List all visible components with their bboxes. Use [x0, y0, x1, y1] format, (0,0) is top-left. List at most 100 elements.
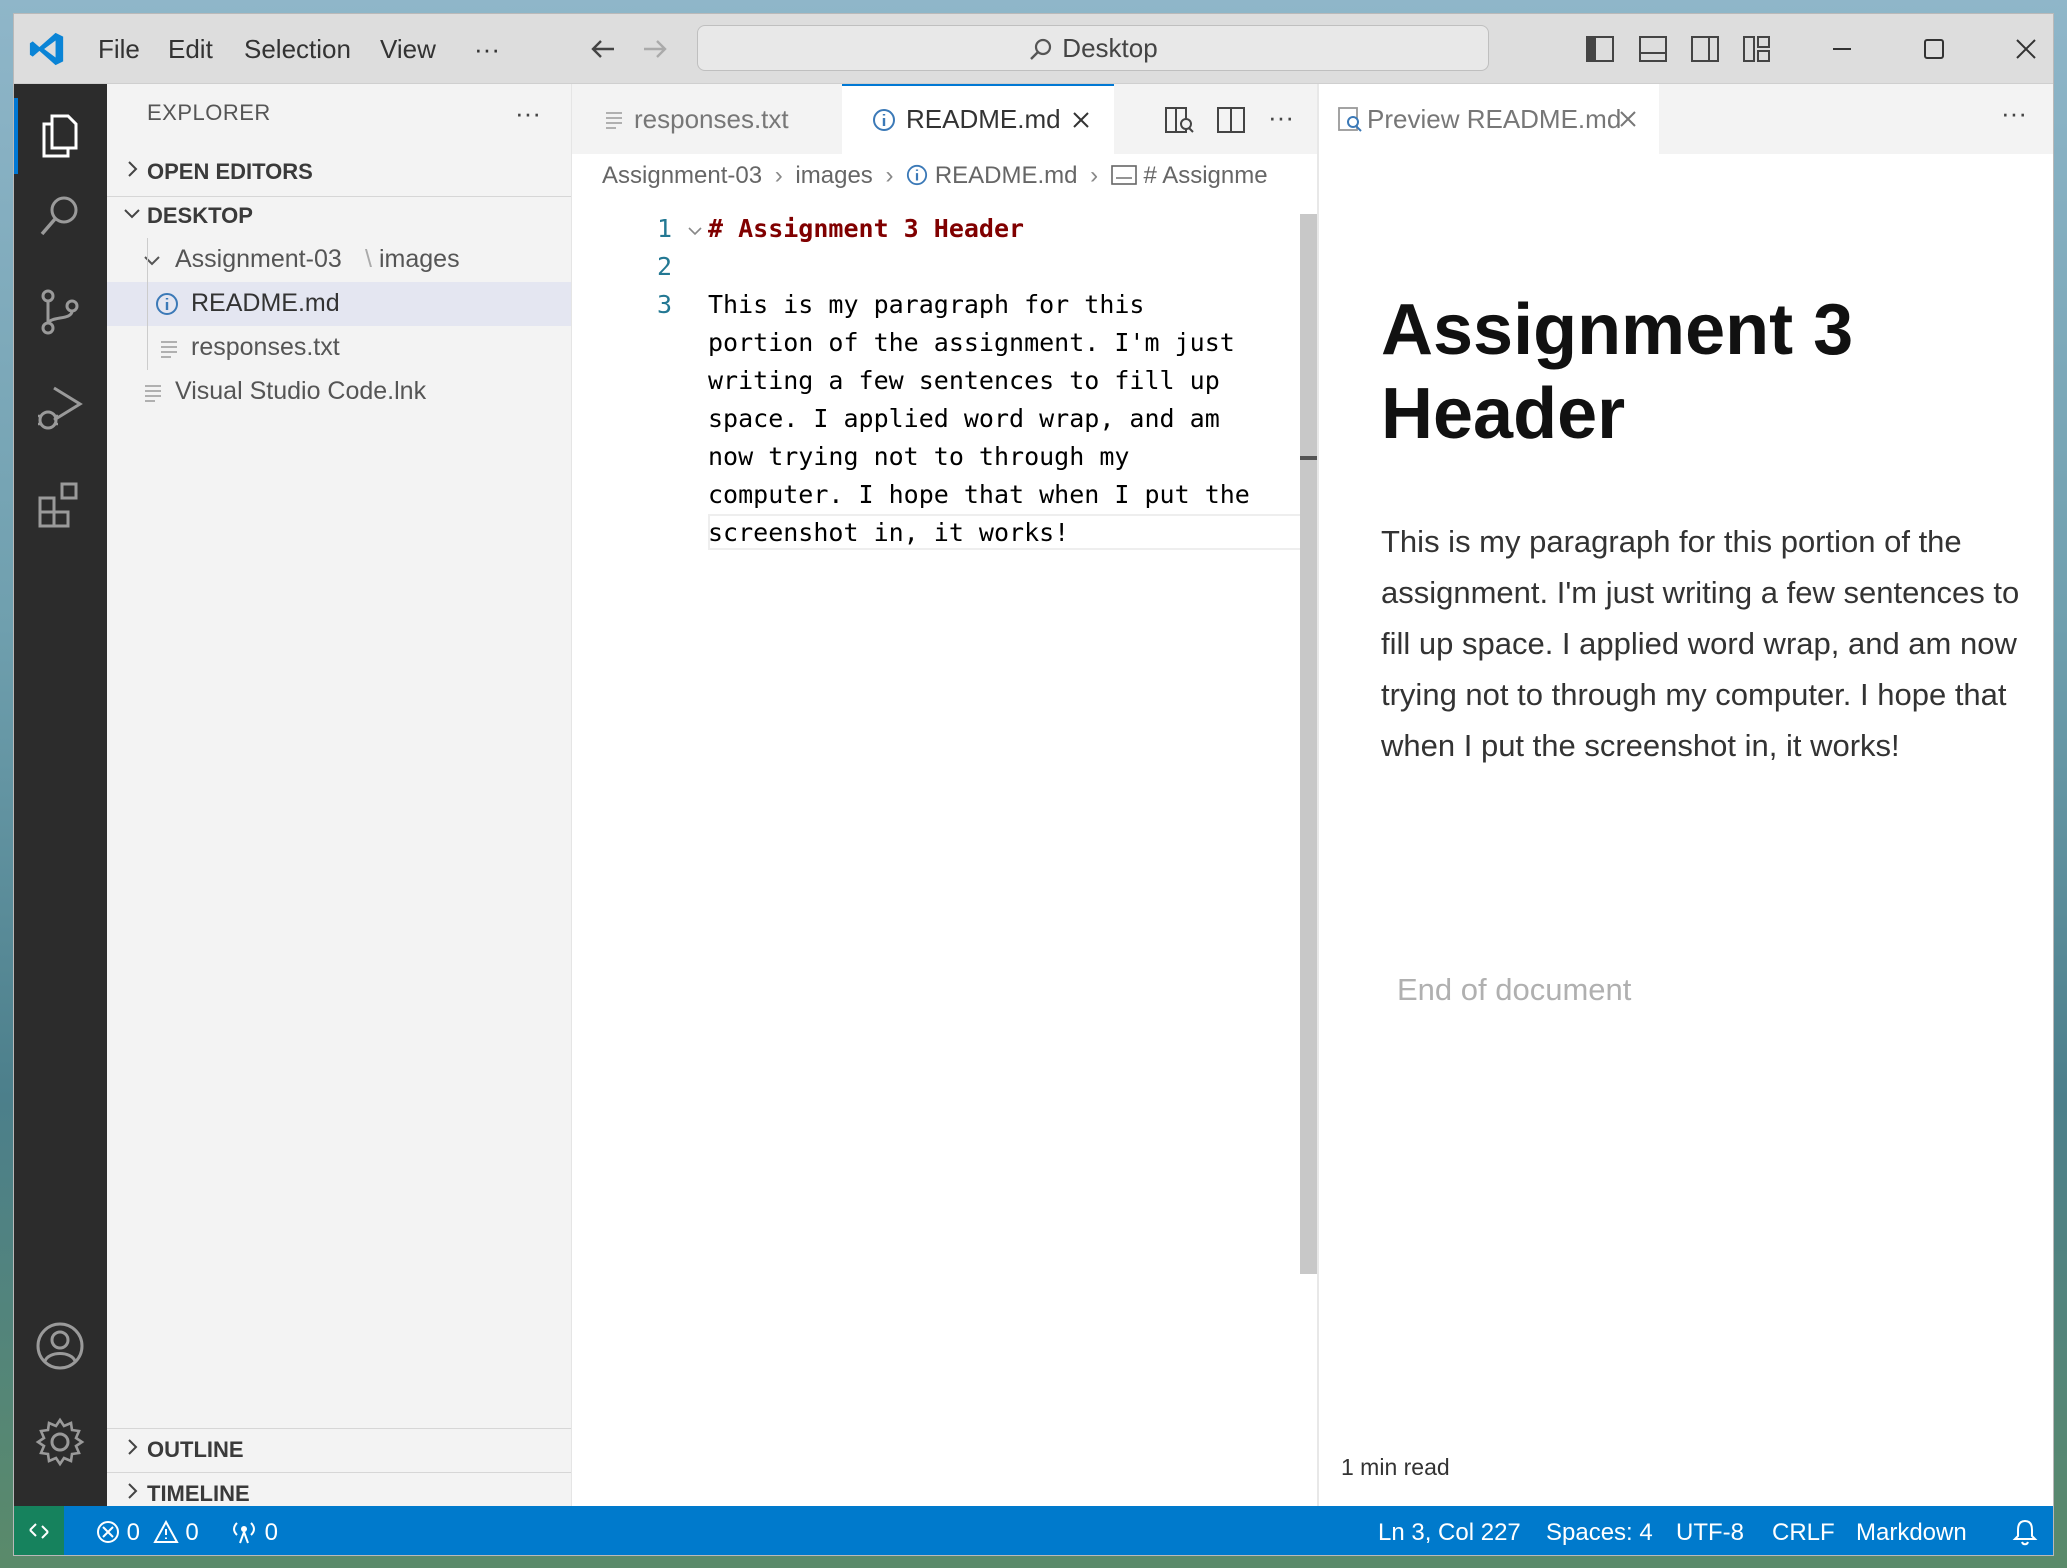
- account-icon[interactable]: [32, 1318, 88, 1374]
- breadcrumb-file[interactable]: README.md: [935, 162, 1078, 189]
- forward-arrow-icon[interactable]: [638, 32, 672, 66]
- code-paragraph-line: portion of the assignment. I'm just: [708, 328, 1235, 357]
- title-bar: File Edit Selection View ··· Desktop: [14, 14, 2053, 84]
- explorer-title: EXPLORER: [147, 100, 271, 125]
- fold-chevron-icon[interactable]: [686, 222, 704, 240]
- toggle-primary-sidebar-icon[interactable]: [1585, 35, 1615, 63]
- explorer-sidebar: EXPLORER ··· OPEN EDITORS DESKTOP Assign…: [107, 84, 572, 1506]
- remote-icon: [29, 1523, 49, 1539]
- editor-more-actions[interactable]: ···: [1268, 102, 1294, 133]
- maximize-icon[interactable]: [1917, 32, 1951, 66]
- command-center-search[interactable]: Desktop: [697, 25, 1489, 71]
- preview-tabs: Preview README.md ···: [1319, 84, 2053, 154]
- folder-path-separator: \: [365, 245, 372, 273]
- broadcast-icon: [233, 1522, 255, 1544]
- chevron-right-icon: [128, 1439, 138, 1455]
- warning-count: 0: [185, 1519, 199, 1546]
- vscode-lnk-file-label: Visual Studio Code.lnk: [175, 377, 427, 405]
- tab-responses[interactable]: responses.txt: [572, 84, 842, 154]
- editor-tabs: responses.txt README.md ···: [572, 84, 1317, 154]
- menu-more[interactable]: ···: [474, 14, 500, 84]
- timeline-label: TIMELINE: [147, 1481, 250, 1506]
- chevron-right-icon: [128, 1483, 138, 1499]
- close-window-icon[interactable]: [2009, 32, 2043, 66]
- ports-indicator[interactable]: 0: [230, 1519, 278, 1547]
- error-icon: [97, 1521, 119, 1543]
- line-number: 1: [656, 214, 672, 243]
- menu-selection[interactable]: Selection: [244, 14, 351, 84]
- code-paragraph-line: computer. I hope that when I put the: [708, 480, 1250, 509]
- source-control-icon[interactable]: [32, 284, 88, 340]
- code-paragraph-line: now trying not to through my: [708, 442, 1130, 471]
- breadcrumb-subfolder[interactable]: images: [795, 162, 872, 189]
- text-file-icon: [145, 385, 161, 402]
- ports-count: 0: [264, 1519, 279, 1546]
- outline-section[interactable]: OUTLINE: [107, 1430, 571, 1470]
- vscode-logo-icon: [29, 32, 64, 66]
- code-heading-line: # Assignment 3 Header: [708, 214, 1025, 243]
- line-number: 3: [656, 290, 672, 319]
- error-count: 0: [126, 1519, 141, 1546]
- minimize-icon[interactable]: [1825, 32, 1859, 66]
- settings-gear-icon[interactable]: [32, 1414, 88, 1470]
- toggle-panel-icon[interactable]: [1638, 35, 1668, 63]
- back-arrow-icon[interactable]: [586, 32, 620, 66]
- editor-group: responses.txt README.md ··· Assignment-0…: [572, 84, 1328, 1506]
- language-mode[interactable]: Markdown: [1856, 1519, 1967, 1547]
- info-icon: [156, 293, 178, 315]
- remote-indicator[interactable]: [14, 1506, 64, 1555]
- open-preview-side-icon[interactable]: [1164, 106, 1194, 134]
- tree-folder-assignment-images[interactable]: Assignment-03 \ images: [107, 238, 571, 282]
- cursor-position[interactable]: Ln 3, Col 227: [1378, 1519, 1521, 1547]
- responses-file-label: responses.txt: [191, 333, 340, 361]
- desktop-label: DESKTOP: [147, 203, 253, 228]
- tree-file-vscode-lnk[interactable]: Visual Studio Code.lnk: [107, 370, 571, 414]
- extensions-icon[interactable]: [32, 476, 88, 532]
- section-divider: [107, 1472, 571, 1473]
- breadcrumb-chevron: ›: [1090, 162, 1099, 189]
- tab-readme[interactable]: README.md: [842, 84, 1114, 154]
- end-of-document: End of document: [1397, 972, 1632, 1007]
- breadcrumb-chevron: ›: [885, 162, 894, 189]
- menu-edit[interactable]: Edit: [168, 14, 213, 84]
- problems-indicator[interactable]: 0 0: [96, 1519, 199, 1547]
- activity-bar: [14, 84, 107, 1506]
- open-editors-section[interactable]: OPEN EDITORS: [107, 152, 571, 192]
- text-file-icon: [606, 112, 622, 129]
- explorer-files-icon[interactable]: [32, 108, 88, 164]
- tab-preview-readme[interactable]: Preview README.md: [1319, 84, 1659, 154]
- tree-file-responses[interactable]: responses.txt: [107, 326, 571, 370]
- close-tab-icon[interactable]: [1617, 108, 1639, 130]
- breadcrumb-symbol[interactable]: # Assignme: [1144, 162, 1268, 189]
- close-tab-icon[interactable]: [1070, 109, 1092, 131]
- line-number: 2: [656, 252, 672, 281]
- tab-preview-label: Preview README.md: [1367, 104, 1622, 134]
- preview-icon: [1338, 107, 1362, 132]
- toggle-secondary-sidebar-icon[interactable]: [1690, 35, 1720, 63]
- menu-file[interactable]: File: [98, 14, 140, 84]
- code-paragraph-line: This is my paragraph for this: [708, 290, 1145, 319]
- read-time: 1 min read: [1341, 1454, 1450, 1480]
- split-editor-icon[interactable]: [1216, 106, 1246, 134]
- breadcrumb: Assignment-03 › images › README.md › # A…: [602, 162, 1268, 190]
- readme-file-label: README.md: [191, 289, 340, 317]
- explorer-more-actions[interactable]: ···: [515, 98, 541, 129]
- desktop-section[interactable]: DESKTOP: [107, 196, 571, 236]
- notifications-bell-icon[interactable]: [2012, 1518, 2038, 1546]
- encoding-setting[interactable]: UTF-8: [1676, 1519, 1744, 1547]
- info-icon: [907, 164, 928, 186]
- info-icon: [873, 109, 895, 131]
- eol-setting[interactable]: CRLF: [1772, 1519, 1835, 1547]
- markdown-preview: Preview README.md ··· Assignment 3 Heade…: [1317, 84, 2053, 1506]
- tab-readme-label: README.md: [906, 104, 1061, 134]
- command-center-label: Desktop: [1062, 33, 1158, 63]
- menu-view[interactable]: View: [380, 14, 436, 84]
- breadcrumb-folder[interactable]: Assignment-03: [602, 162, 762, 189]
- indentation-setting[interactable]: Spaces: 4: [1546, 1519, 1653, 1547]
- preview-more-actions[interactable]: ···: [2001, 98, 2027, 129]
- run-debug-icon[interactable]: [32, 380, 88, 436]
- tree-file-readme[interactable]: README.md: [107, 282, 571, 326]
- search-activity-icon[interactable]: [32, 188, 88, 244]
- vscode-window: File Edit Selection View ··· Desktop EXP…: [13, 13, 2054, 1556]
- customize-layout-icon[interactable]: [1742, 35, 1772, 63]
